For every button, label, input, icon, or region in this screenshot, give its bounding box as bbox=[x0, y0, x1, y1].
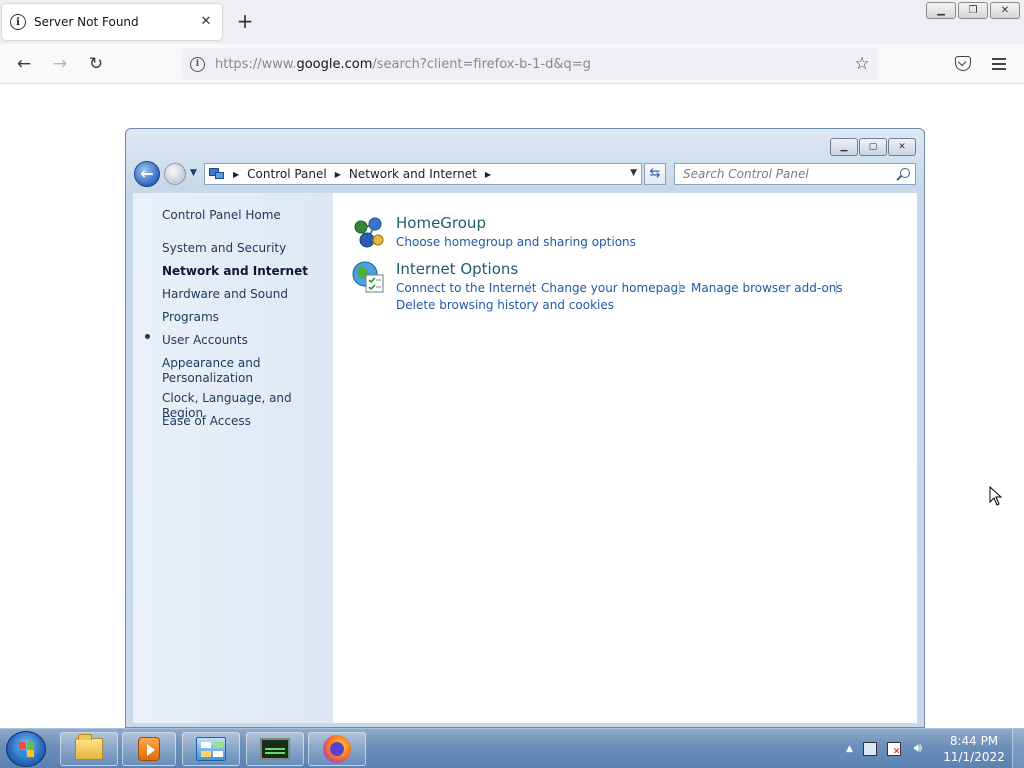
cp-forward-button[interactable] bbox=[164, 163, 186, 185]
cp-window-controls: ▁ ▢ ✕ bbox=[830, 138, 916, 156]
tab-title: Server Not Found bbox=[34, 15, 139, 29]
connect-to-internet-link[interactable]: Connect to the Internet bbox=[396, 281, 536, 295]
star-icon[interactable]: ☆ bbox=[850, 54, 874, 74]
breadcrumb-arrow-icon[interactable]: ▶ bbox=[485, 170, 491, 179]
search-placeholder: Search Control Panel bbox=[683, 167, 809, 181]
show-desktop-button[interactable] bbox=[1012, 729, 1024, 768]
menu-icon[interactable] bbox=[992, 58, 1006, 70]
homegroup-sharing-link[interactable]: Choose homegroup and sharing options bbox=[396, 235, 636, 249]
internet-options-title[interactable]: Internet Options bbox=[396, 260, 518, 278]
browser-tab-bar: i Server Not Found ✕ + ▁ ❐ ✕ bbox=[0, 0, 1024, 44]
network-icon[interactable] bbox=[862, 742, 877, 756]
sidebar-item-control-panel-home[interactable]: Control Panel Home bbox=[162, 208, 332, 223]
control-panel-window: ▁ ▢ ✕ ← ▼ ▶ Control Panel ▶ Network and … bbox=[125, 128, 925, 728]
start-button[interactable] bbox=[6, 731, 46, 767]
browser-tab[interactable]: i Server Not Found ✕ bbox=[2, 4, 222, 40]
firefox-icon bbox=[323, 735, 351, 763]
restore-button[interactable]: ❐ bbox=[958, 2, 988, 19]
monitor-icon bbox=[260, 738, 290, 760]
clock-date: 11/1/2022 bbox=[943, 750, 1005, 764]
windows-logo-icon bbox=[19, 742, 35, 758]
url-prefix: https://www. bbox=[215, 56, 297, 72]
url-text[interactable]: https://www.google.com/search?client=fir… bbox=[215, 57, 850, 72]
browser-window-controls: ▁ ❐ ✕ bbox=[926, 2, 1020, 19]
url-path: /search?client=firefox-b-1-d&q=g bbox=[372, 56, 591, 72]
folder-icon bbox=[75, 734, 103, 760]
sidebar-item-system-and-security[interactable]: System and Security bbox=[162, 241, 332, 256]
url-bar[interactable]: i https://www.google.com/search?client=f… bbox=[182, 48, 878, 80]
site-info-icon[interactable]: i bbox=[190, 56, 205, 72]
cp-content: HomeGroup Choose homegroup and sharing o… bbox=[333, 193, 917, 723]
active-bullet-icon bbox=[145, 334, 150, 339]
address-bar[interactable]: ▶ Control Panel ▶ Network and Internet ▶… bbox=[204, 163, 642, 185]
delete-history-link[interactable]: Delete browsing history and cookies bbox=[396, 298, 614, 312]
forward-arrow-icon[interactable]: → bbox=[48, 52, 72, 76]
back-arrow-icon[interactable]: ← bbox=[12, 52, 36, 76]
cp-minimize-button[interactable]: ▁ bbox=[830, 138, 858, 156]
taskbar: ▲ 🔊︎ 8:44 PM 11/1/2022 bbox=[0, 728, 1024, 768]
sidebar-item-user-accounts[interactable]: User Accounts bbox=[162, 333, 332, 348]
tab-close-icon[interactable]: ✕ bbox=[198, 14, 214, 30]
sidebar-item-ease-of-access[interactable]: Ease of Access bbox=[162, 414, 332, 429]
mouse-cursor-icon bbox=[989, 486, 1003, 506]
close-button[interactable]: ✕ bbox=[990, 2, 1020, 19]
taskbar-control-panel[interactable] bbox=[182, 732, 240, 766]
sidebar-item-hardware-and-sound[interactable]: Hardware and Sound bbox=[162, 287, 332, 302]
media-player-icon bbox=[138, 737, 160, 761]
control-panel-icon bbox=[196, 737, 226, 761]
recent-pages-chevron-icon[interactable]: ▼ bbox=[190, 168, 197, 178]
search-input[interactable]: Search Control Panel bbox=[674, 163, 916, 185]
address-dropdown-icon[interactable]: ▼ bbox=[630, 168, 637, 178]
cp-maximize-button[interactable]: ▢ bbox=[859, 138, 887, 156]
link-separator bbox=[529, 281, 530, 294]
control-panel-icon bbox=[209, 167, 225, 181]
action-center-flag-icon[interactable] bbox=[886, 742, 901, 757]
url-host: google.com bbox=[296, 56, 373, 72]
internet-options-icon bbox=[352, 261, 384, 293]
cp-sidebar: Control Panel Home System and Security N… bbox=[133, 193, 333, 723]
taskbar-task-manager[interactable] bbox=[246, 732, 304, 766]
sidebar-item-programs[interactable]: Programs bbox=[162, 310, 332, 325]
clock[interactable]: 8:44 PM 11/1/2022 bbox=[938, 733, 1010, 765]
info-icon: i bbox=[10, 14, 26, 30]
reload-icon[interactable]: ↻ bbox=[84, 52, 108, 76]
cp-close-button[interactable]: ✕ bbox=[888, 138, 916, 156]
link-separator bbox=[836, 281, 837, 294]
link-separator bbox=[679, 281, 680, 294]
clock-time: 8:44 PM bbox=[949, 734, 999, 748]
search-icon[interactable] bbox=[900, 168, 910, 178]
breadcrumb-network-and-internet[interactable]: Network and Internet bbox=[349, 167, 477, 181]
refresh-icon[interactable]: ⇆ bbox=[644, 163, 666, 185]
homegroup-icon bbox=[354, 217, 384, 248]
change-homepage-link[interactable]: Change your homepage bbox=[541, 281, 686, 295]
breadcrumb-control-panel[interactable]: Control Panel bbox=[247, 167, 327, 181]
breadcrumb-arrow-icon[interactable]: ▶ bbox=[335, 170, 341, 179]
sidebar-item-network-and-internet[interactable]: Network and Internet bbox=[162, 264, 332, 279]
volume-icon[interactable]: 🔊︎ bbox=[911, 742, 925, 756]
browser-nav-bar: ← → ↻ i https://www.google.com/search?cl… bbox=[0, 44, 1024, 84]
pocket-icon[interactable] bbox=[955, 56, 971, 71]
sidebar-item-appearance-and-personalization[interactable]: Appearance and Personalization bbox=[162, 356, 272, 386]
cp-back-button[interactable]: ← bbox=[134, 161, 160, 187]
taskbar-explorer[interactable] bbox=[60, 732, 118, 766]
taskbar-media-player[interactable] bbox=[122, 732, 176, 766]
homegroup-title[interactable]: HomeGroup bbox=[396, 214, 486, 232]
show-hidden-icons-icon[interactable]: ▲ bbox=[846, 744, 853, 754]
minimize-button[interactable]: ▁ bbox=[926, 2, 956, 19]
new-tab-plus-icon[interactable]: + bbox=[234, 10, 256, 32]
taskbar-firefox[interactable] bbox=[308, 732, 366, 766]
breadcrumb-arrow-icon[interactable]: ▶ bbox=[233, 170, 239, 179]
manage-addons-link[interactable]: Manage browser add-ons bbox=[691, 281, 843, 295]
